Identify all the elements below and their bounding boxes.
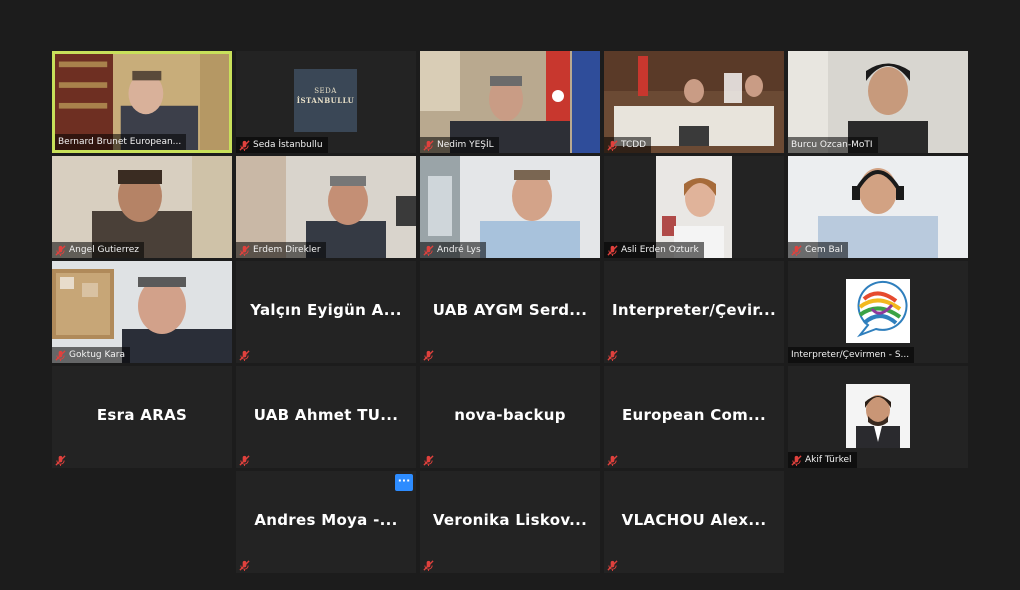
muted-mic-icon: [239, 244, 250, 256]
participant-name-label: [236, 557, 255, 573]
participant-tile[interactable]: nova-backup: [420, 366, 600, 468]
muted-mic-icon: [607, 139, 618, 151]
muted-mic-icon: [239, 349, 250, 361]
participant-name: UAB Ahmet TU...: [253, 406, 399, 424]
participant-tile[interactable]: Esra ARAS: [52, 366, 232, 468]
participant-name-label: [420, 452, 439, 468]
participant-name-label: Erdem Direkler: [236, 242, 326, 258]
participant-tile[interactable]: Angel Gutierrez: [52, 156, 232, 258]
muted-mic-icon: [423, 139, 434, 151]
participant-name-label: [604, 347, 623, 363]
participant-name-label: [52, 452, 71, 468]
participant-tile[interactable]: Bernard Brunet European...: [52, 51, 232, 153]
participant-name-label: André Lys: [420, 242, 486, 258]
muted-mic-icon: [607, 244, 618, 256]
participant-tile[interactable]: Akif Türkel: [788, 366, 968, 468]
wto-logo-icon: [846, 279, 910, 343]
participant-name-label: [420, 557, 439, 573]
participant-name-label: Akif Türkel: [788, 452, 857, 468]
participant-name-label: [236, 452, 255, 468]
muted-mic-icon: [791, 454, 802, 466]
muted-mic-icon: [423, 454, 434, 466]
participant-name-label: TCDD: [604, 137, 652, 153]
participant-tile[interactable]: Veronika Liskov...: [420, 471, 600, 573]
participant-name-label: [420, 347, 439, 363]
gallery-grid: Bernard Brunet European... SEDA İSTANBUL…: [52, 51, 968, 575]
muted-mic-icon: [239, 139, 250, 151]
participant-tile[interactable]: European Com...: [604, 366, 784, 468]
participant-tile[interactable]: SEDA İSTANBULLU Seda İstanbullu: [236, 51, 416, 153]
participant-name: VLACHOU Alex...: [621, 511, 767, 529]
participant-tile[interactable]: Cem Bal: [788, 156, 968, 258]
muted-mic-icon: [607, 454, 618, 466]
muted-mic-icon: [55, 244, 66, 256]
participant-tile[interactable]: André Lys: [420, 156, 600, 258]
participant-tile[interactable]: TCDD: [604, 51, 784, 153]
participant-name-label: Asli Erden Ozturk: [604, 242, 704, 258]
muted-mic-icon: [423, 244, 434, 256]
muted-mic-icon: [791, 244, 802, 256]
participant-name-label: Goktug Kara: [52, 347, 130, 363]
participant-tile[interactable]: Andres Moya -...: [236, 471, 416, 573]
muted-mic-icon: [607, 349, 618, 361]
participant-tile[interactable]: Interpreter/Çevirmen - S...: [788, 261, 968, 363]
participant-photo: [846, 384, 910, 448]
participant-name: Esra ARAS: [96, 406, 188, 424]
participant-name-label: Cem Bal: [788, 242, 848, 258]
participant-name: Interpreter/Çevir...: [612, 301, 776, 319]
muted-mic-icon: [55, 349, 66, 361]
participant-name-label: Nedim YEŞİL: [420, 137, 499, 153]
seda-logo: SEDA İSTANBULLU: [294, 69, 357, 132]
muted-mic-icon: [239, 559, 250, 571]
participant-tile[interactable]: Nedim YEŞİL: [420, 51, 600, 153]
participant-name-label: Burcu Ozcan-MoTI: [788, 137, 878, 153]
participant-name-label: Seda İstanbullu: [236, 137, 328, 153]
participant-name: Yalçın Eyigün A...: [250, 301, 402, 319]
participant-name: nova-backup: [454, 406, 566, 424]
participant-name: UAB AYGM Serd...: [432, 301, 588, 319]
participant-name: Andres Moya -...: [254, 511, 398, 529]
participant-tile[interactable]: Erdem Direkler: [236, 156, 416, 258]
muted-mic-icon: [607, 559, 618, 571]
participant-name-label: [604, 557, 623, 573]
participant-tile[interactable]: Yalçın Eyigün A...: [236, 261, 416, 363]
participant-name: European Com...: [621, 406, 767, 424]
participant-tile[interactable]: Goktug Kara: [52, 261, 232, 363]
participant-tile[interactable]: UAB AYGM Serd...: [420, 261, 600, 363]
participant-name-label: [604, 452, 623, 468]
participant-name-label: Bernard Brunet European...: [55, 134, 187, 150]
participant-name: Veronika Liskov...: [432, 511, 588, 529]
participant-name-label: [236, 347, 255, 363]
muted-mic-icon: [239, 454, 250, 466]
participant-name-label: Angel Gutierrez: [52, 242, 145, 258]
participant-tile[interactable]: UAB Ahmet TU...: [236, 366, 416, 468]
muted-mic-icon: [55, 454, 66, 466]
participant-tile[interactable]: Burcu Ozcan-MoTI: [788, 51, 968, 153]
more-options-button[interactable]: ···: [395, 474, 413, 491]
participant-tile[interactable]: Asli Erden Ozturk: [604, 156, 784, 258]
participant-name-label: Interpreter/Çevirmen - S...: [788, 347, 915, 363]
muted-mic-icon: [423, 559, 434, 571]
muted-mic-icon: [423, 349, 434, 361]
participant-tile[interactable]: VLACHOU Alex...: [604, 471, 784, 573]
participant-tile[interactable]: Interpreter/Çevir...: [604, 261, 784, 363]
